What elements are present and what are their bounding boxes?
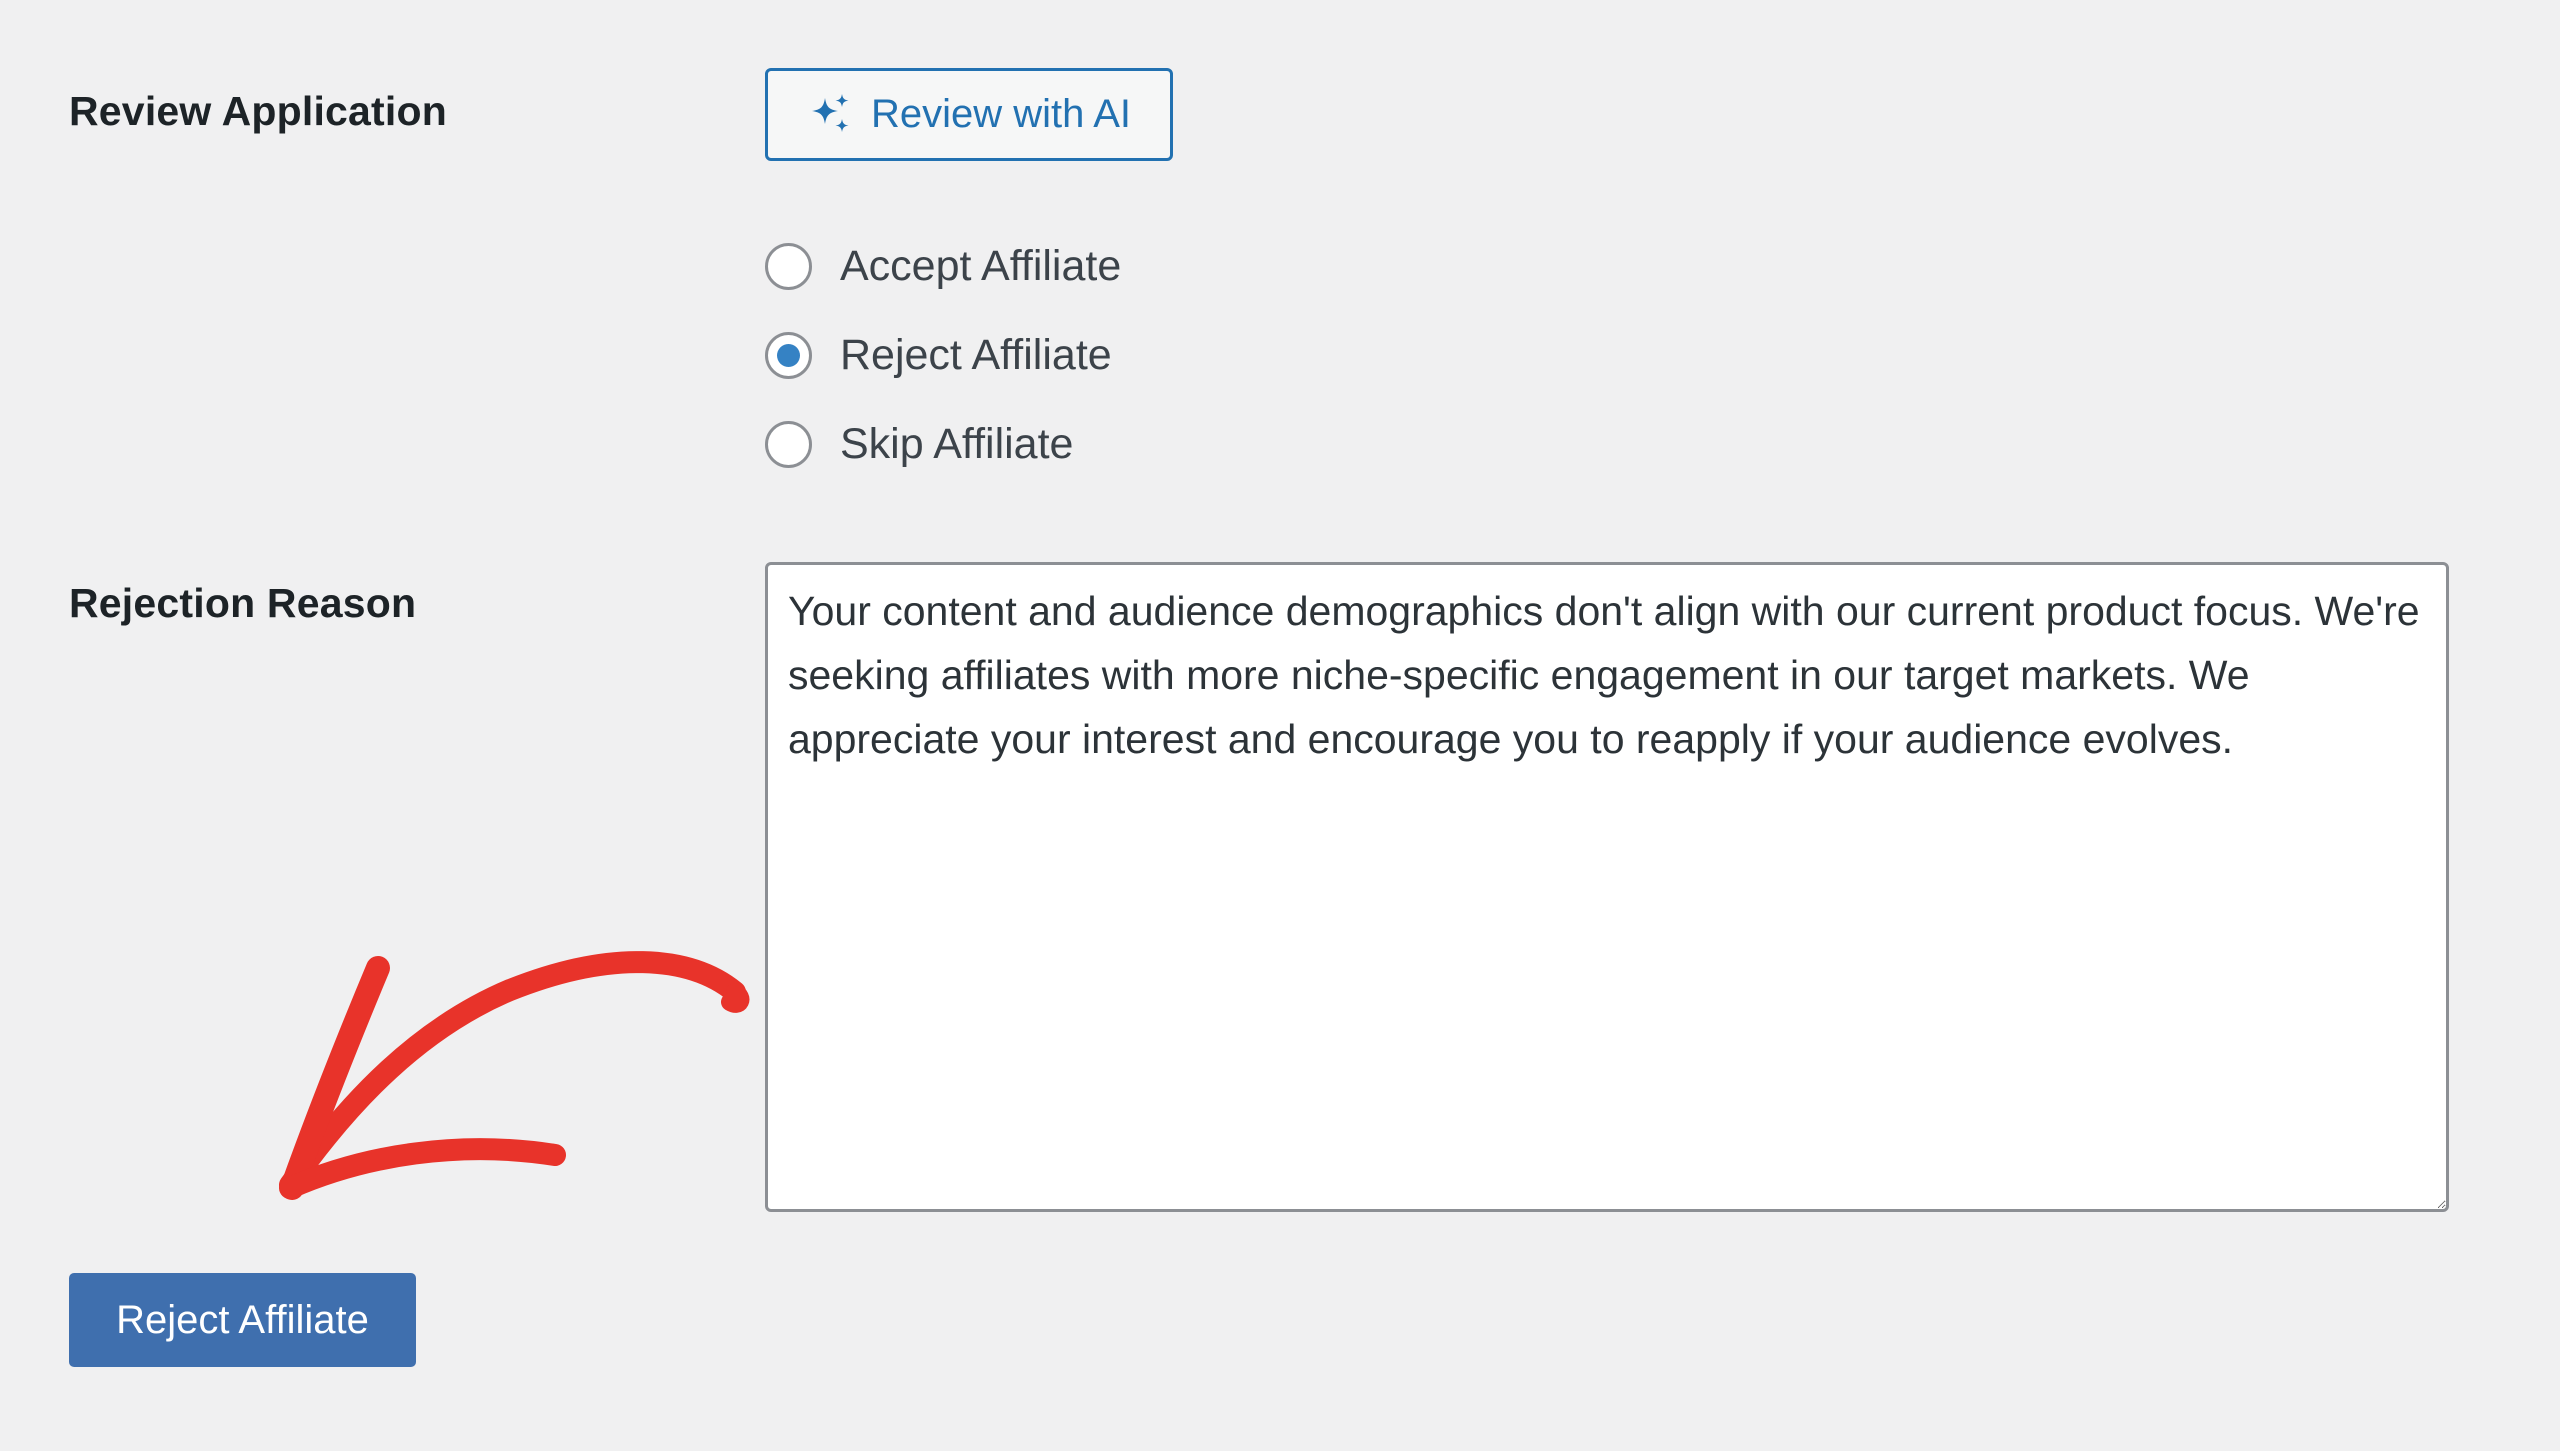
- accept-affiliate-label: Accept Affiliate: [840, 242, 1122, 290]
- reject-affiliate-button[interactable]: Reject Affiliate: [69, 1273, 416, 1367]
- review-with-ai-button[interactable]: Review with AI: [765, 68, 1173, 161]
- reject-affiliate-label: Reject Affiliate: [840, 331, 1112, 379]
- sparkles-icon-graphic: [811, 93, 849, 132]
- reject-affiliate-radio[interactable]: [765, 332, 812, 379]
- review-decision-radio-group: Accept Affiliate Reject Affiliate Skip A…: [765, 222, 1121, 489]
- radio-option-skip[interactable]: Skip Affiliate: [765, 400, 1121, 489]
- sparkles-icon: [807, 92, 853, 138]
- annotation-arrow: [279, 951, 750, 1200]
- skip-affiliate-label: Skip Affiliate: [840, 420, 1074, 468]
- review-application-label: Review Application: [69, 88, 447, 134]
- radio-option-reject[interactable]: Reject Affiliate: [765, 311, 1121, 400]
- rejection-reason-textarea[interactable]: Your content and audience demographics d…: [765, 562, 2449, 1212]
- radio-option-accept[interactable]: Accept Affiliate: [765, 222, 1121, 311]
- skip-affiliate-radio[interactable]: [765, 421, 812, 468]
- accept-affiliate-radio[interactable]: [765, 243, 812, 290]
- rejection-reason-label: Rejection Reason: [69, 580, 417, 626]
- affiliate-review-page: Review Application Review with AI Accept…: [0, 0, 2560, 1451]
- review-with-ai-label: Review with AI: [870, 92, 1132, 136]
